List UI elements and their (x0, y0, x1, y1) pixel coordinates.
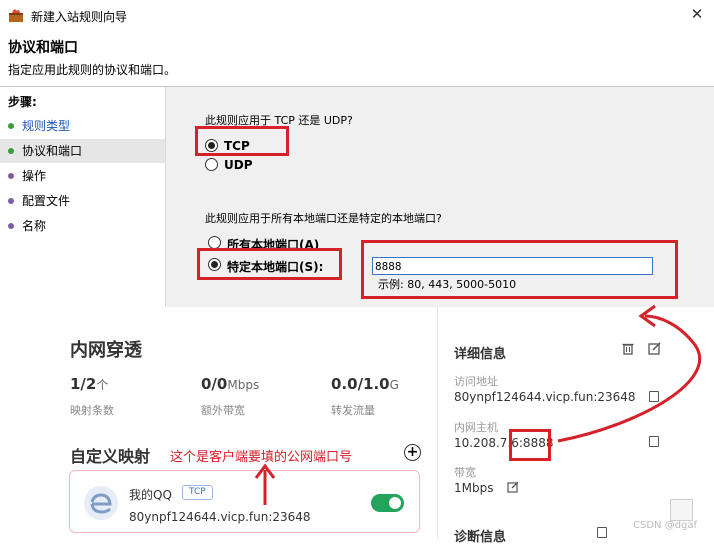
watermark: CSDN @dgaf (633, 520, 698, 531)
ports-question: 此规则应用于所有本地端口还是特定的本地端口? (205, 212, 442, 225)
step-item-protocol-ports[interactable]: 协议和端口 (0, 139, 165, 163)
protocol-badge: TCP (182, 485, 213, 500)
annotation-box-host-port (509, 429, 551, 461)
details-title: 详细信息 (454, 347, 507, 362)
edit-bandwidth-icon[interactable] (507, 481, 519, 493)
annotation-box-specific-port (197, 248, 342, 280)
diagnostics-title: 诊断信息 (454, 530, 507, 545)
step-label: 操作 (22, 169, 47, 183)
stat-bandwidth-value: 0/0Mbps (201, 375, 260, 393)
np-title: 内网穿透 (70, 340, 142, 361)
step-item-rule-type[interactable]: 规则类型 (0, 114, 165, 138)
page-title: 协议和端口 (8, 40, 78, 56)
internal-host-label: 内网主机 (454, 421, 498, 434)
stat-mappings-value: 1/2个 (70, 375, 109, 393)
mapping-name: 我的QQ (129, 488, 172, 502)
edit-icon[interactable] (648, 342, 661, 355)
step-pending-icon (8, 173, 14, 179)
panel-divider (437, 307, 438, 539)
stat-traffic-label: 转发流量 (331, 404, 375, 417)
udp-label[interactable]: UDP (224, 158, 253, 172)
stat-mappings-label: 映射条数 (70, 404, 114, 417)
firewall-app-icon (9, 9, 23, 22)
delete-icon[interactable] (622, 342, 634, 355)
step-label: 规则类型 (22, 119, 71, 133)
step-item-profile[interactable]: 配置文件 (0, 189, 165, 213)
close-button[interactable]: ✕ (688, 5, 706, 23)
bandwidth-label: 带宽 (454, 466, 476, 479)
step-pending-icon (8, 223, 14, 229)
mapping-edge-icon (84, 486, 118, 520)
mapping-enable-toggle[interactable] (371, 494, 404, 512)
step-current-icon (8, 148, 14, 154)
step-item-action[interactable]: 操作 (0, 164, 165, 188)
window-title: 新建入站规则向导 (31, 10, 128, 24)
document-icon[interactable] (597, 527, 607, 538)
stat-bandwidth-label: 额外带宽 (201, 404, 245, 417)
stat-traffic-value: 0.0/1.0G (331, 375, 399, 393)
annotation-box-port-input (361, 240, 678, 299)
wizard-button-partial[interactable] (670, 499, 693, 521)
step-done-icon (8, 123, 14, 129)
step-item-name[interactable]: 名称 (0, 214, 165, 238)
copy-icon[interactable] (649, 436, 659, 447)
access-address-label: 访问地址 (454, 375, 498, 388)
page-description: 指定应用此规则的协议和端口。 (8, 63, 177, 77)
step-label: 配置文件 (22, 194, 71, 208)
annotation-box-tcp (195, 126, 289, 156)
udp-radio[interactable] (205, 158, 218, 171)
steps-label: 步骤: (8, 95, 37, 109)
custom-mapping-title: 自定义映射 (70, 447, 151, 466)
mapping-address: 80ynpf124644.vicp.fun:23648 (129, 510, 311, 524)
step-label: 协议和端口 (22, 144, 83, 158)
copy-icon[interactable] (649, 391, 659, 402)
step-pending-icon (8, 198, 14, 204)
step-label: 名称 (22, 219, 47, 233)
add-mapping-button[interactable]: + (404, 444, 421, 461)
access-address-value: 80ynpf124644.vicp.fun:23648 (454, 390, 636, 404)
annotation-note: 这个是客户端要填的公网端口号 (170, 450, 353, 465)
bandwidth-value: 1Mbps (454, 481, 494, 495)
